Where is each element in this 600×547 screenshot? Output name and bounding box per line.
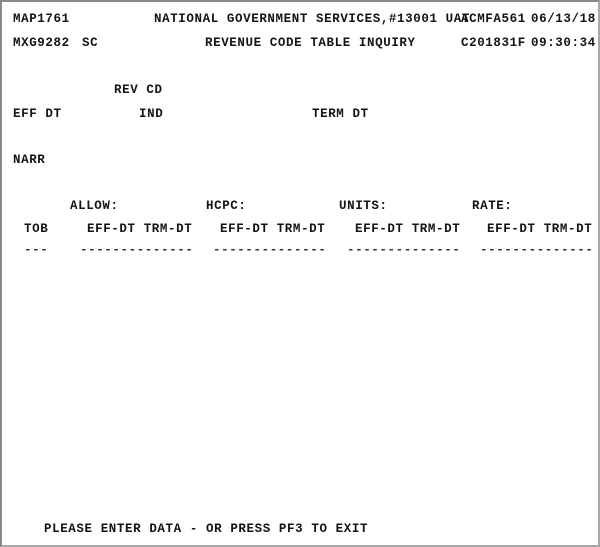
group-header-rate: RATE: [472, 199, 513, 213]
terminal-screen: MAP1761 NATIONAL GOVERNMENT SERVICES,#13… [0, 0, 600, 547]
transaction-id: MXG9282 [13, 36, 70, 50]
screen-title: REVENUE CODE TABLE INQUIRY [205, 36, 416, 50]
status-message: PLEASE ENTER DATA - OR PRESS PF3 TO EXIT [44, 522, 369, 536]
column-header-units-dates: EFF-DT TRM-DT [355, 222, 461, 236]
current-date: 06/13/18 [531, 12, 596, 26]
column-header-allow-dates: EFF-DT TRM-DT [87, 222, 193, 236]
term-dt-input[interactable] [374, 106, 418, 120]
term-dt-label: TERM DT [312, 107, 369, 121]
group-header-hcpc: HCPC: [206, 199, 247, 213]
narr-input[interactable] [57, 152, 577, 166]
terminal-id: C201831F [461, 36, 526, 50]
rev-cd-label: REV CD [114, 83, 163, 97]
user-id: ACMFA561 [461, 12, 526, 26]
rule-allow: -------------- [80, 243, 194, 257]
data-rows-region [2, 260, 598, 490]
organization-title: NATIONAL GOVERNMENT SERVICES,#13001 UAT [154, 12, 470, 26]
rule-hcpc: -------------- [213, 243, 327, 257]
current-time: 09:30:34 [531, 36, 596, 50]
ind-input[interactable] [172, 106, 194, 120]
narr-label: NARR [13, 153, 46, 167]
rule-rate: -------------- [480, 243, 594, 257]
eff-dt-input[interactable] [65, 106, 109, 120]
column-header-hcpc-dates: EFF-DT TRM-DT [220, 222, 326, 236]
ind-label: IND [139, 107, 164, 121]
rule-units: -------------- [347, 243, 461, 257]
eff-dt-label: EFF DT [13, 107, 62, 121]
group-header-units: UNITS: [339, 199, 388, 213]
column-header-tob: TOB [24, 222, 49, 236]
rule-tob: --- [24, 243, 49, 257]
map-id: MAP1761 [13, 12, 70, 26]
sc-input[interactable] [108, 35, 130, 49]
sc-label: SC [82, 36, 99, 50]
group-header-allow: ALLOW: [70, 199, 119, 213]
column-header-rate-dates: EFF-DT TRM-DT [487, 222, 593, 236]
